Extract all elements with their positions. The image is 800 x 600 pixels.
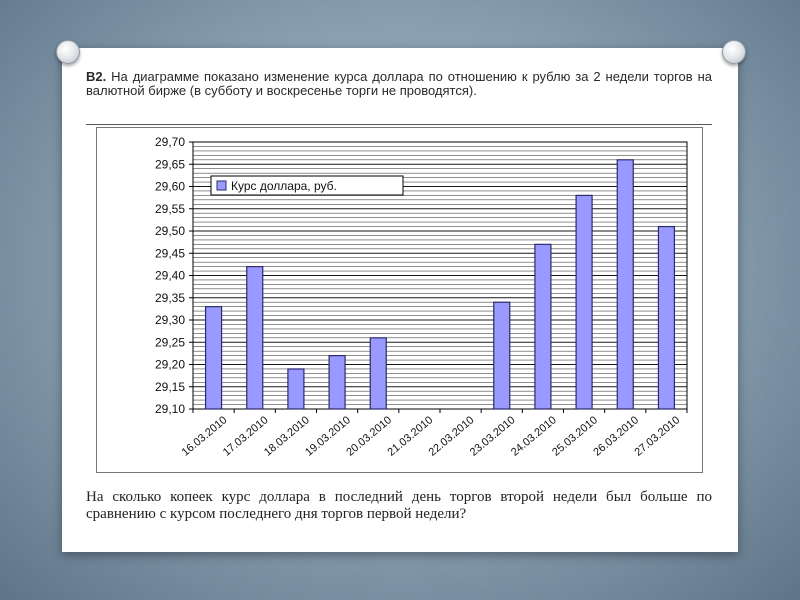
bar	[328, 355, 346, 410]
question-text: На сколько копеек курс доллара в последн…	[86, 489, 712, 522]
bar	[616, 159, 634, 410]
problem-text: На диаграмме показано изменение курса до…	[86, 69, 712, 98]
bar	[287, 368, 305, 410]
bar-chart: 29,10 29,15 29,20 29,25 29,30 29,35 29,40 29,45…	[155, 135, 688, 459]
bar	[204, 306, 223, 410]
y-tick-label: 29,40	[155, 269, 185, 283]
problem-number: В2.	[86, 69, 107, 84]
y-tick-label: 29,55	[155, 202, 185, 216]
bar	[657, 225, 676, 410]
bar	[575, 194, 593, 410]
y-tick-label: 29,25	[155, 335, 185, 349]
y-tick-label: 29,65	[155, 157, 185, 171]
pushpin-icon	[56, 40, 80, 64]
x-tick-label: 27.03.2010	[632, 414, 682, 459]
legend-label: Курс доллара, руб.	[231, 179, 337, 193]
chart-area: 29,10 29,15 29,20 29,25 29,30 29,35 29,40 29,45…	[96, 127, 703, 473]
y-tick-label: 29,15	[155, 380, 185, 394]
pushpin-icon	[722, 40, 746, 64]
divider	[86, 124, 712, 125]
y-tick-label: 29,10	[155, 402, 185, 416]
y-tick-label: 29,30	[155, 313, 185, 327]
y-tick-label: 29,45	[155, 246, 185, 260]
y-tick-label: 29,70	[155, 135, 185, 149]
bar	[534, 243, 552, 410]
y-tick-label: 29,50	[155, 224, 185, 238]
legend-swatch	[216, 180, 227, 191]
y-tick-label: 29,60	[155, 180, 185, 194]
bar	[369, 337, 387, 410]
y-tick-label: 29,35	[155, 291, 185, 305]
y-tick-label: 29,20	[155, 358, 185, 372]
problem-statement: В2. На диаграмме показано изменение курс…	[86, 70, 712, 98]
bar	[246, 266, 264, 410]
bar	[493, 301, 511, 410]
